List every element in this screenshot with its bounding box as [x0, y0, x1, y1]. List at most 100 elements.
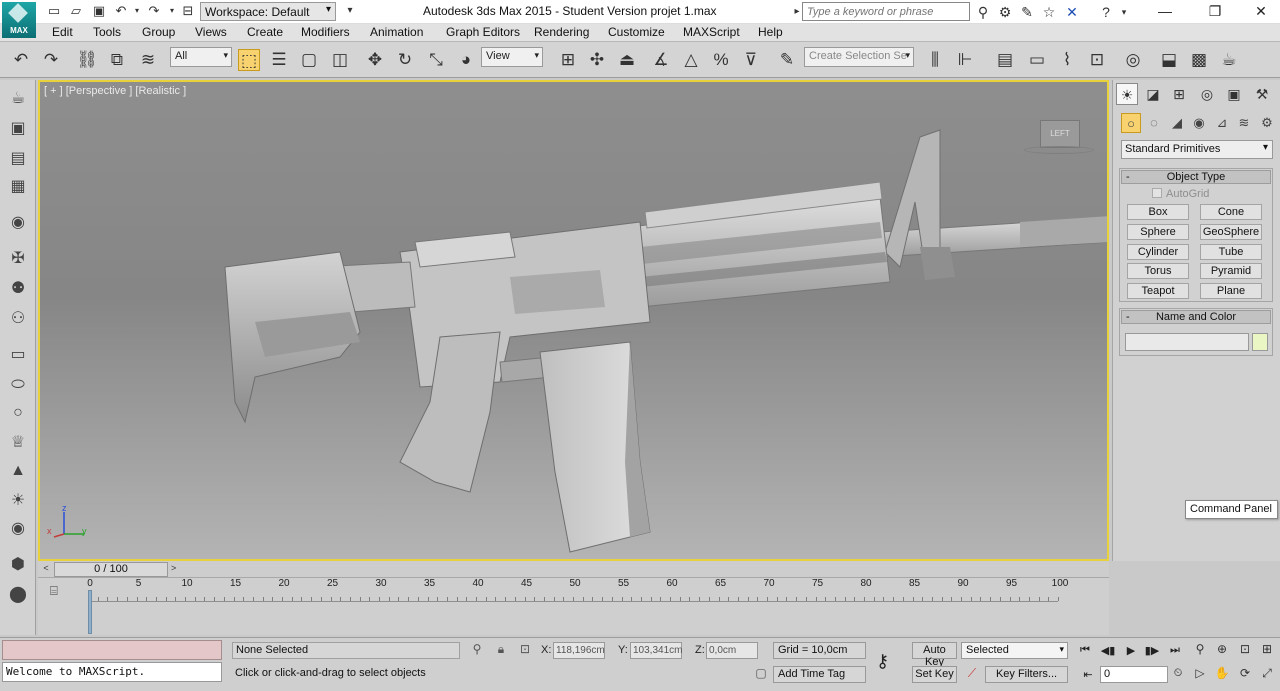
redo-icon[interactable]: ↷ — [40, 49, 62, 71]
geosphere-primitive-icon[interactable]: ○ — [6, 402, 30, 424]
menu-graph-editors[interactable]: Graph Editors — [446, 25, 520, 39]
undo-icon[interactable]: ↶ — [10, 49, 32, 71]
time-configuration-icon[interactable]: ⏲ — [1168, 667, 1188, 682]
edit-named-selection-icon[interactable]: ✎ — [776, 49, 798, 71]
object-type-rollout-header[interactable]: - Object Type — [1121, 170, 1271, 184]
particle-system-icon[interactable]: ⬢ — [6, 554, 30, 576]
environment-icon[interactable]: ◉ — [6, 518, 30, 540]
cylinder-button[interactable]: Cylinder — [1127, 244, 1189, 260]
save-file-icon[interactable]: ▣ — [91, 3, 107, 19]
character-studio-icon[interactable]: ⚉ — [6, 278, 30, 300]
reference-coordinate-dropdown[interactable]: View ▾ — [481, 47, 543, 67]
named-selection-set-dropdown[interactable]: Create Selection Se ▾ — [804, 47, 914, 67]
app-menu-button[interactable]: MAX — [2, 2, 36, 38]
viewcube[interactable]: LEFT — [1040, 120, 1080, 148]
next-frame-arrow-icon[interactable]: > — [171, 563, 183, 576]
select-manipulate-icon[interactable]: ✣ — [586, 49, 608, 71]
key-filters-button[interactable]: Key Filters... — [985, 666, 1068, 683]
viewcube-compass-ring[interactable] — [1024, 146, 1094, 154]
hierarchy-tab-icon[interactable]: ⊞ — [1168, 83, 1190, 105]
minimize-window-icon[interactable]: — — [1150, 3, 1180, 21]
select-and-rotate-icon[interactable]: ↻ — [394, 49, 416, 71]
new-scene-icon[interactable]: ▭ — [46, 3, 62, 19]
cameras-category-icon[interactable]: ◉ — [1189, 113, 1209, 133]
select-and-scale-icon[interactable]: ⤡ — [425, 49, 447, 71]
mirror-icon[interactable]: ⫼ — [924, 49, 946, 71]
redo-icon[interactable]: ↷ — [146, 3, 162, 19]
bones-tools-icon[interactable]: ✠ — [6, 248, 30, 270]
geosphere-button[interactable]: GeoSphere — [1200, 224, 1262, 240]
sphere-primitive-icon[interactable]: ⬭ — [6, 374, 30, 396]
motion-tab-icon[interactable]: ◎ — [1196, 83, 1218, 105]
name-and-color-rollout-header[interactable]: - Name and Color — [1121, 310, 1271, 324]
undo-icon[interactable]: ↶ — [113, 3, 129, 19]
z-coordinate-field[interactable]: 0,0cm — [706, 642, 758, 659]
sphere-button[interactable]: Sphere — [1127, 224, 1189, 240]
rendered-frame-window-icon[interactable]: ▩ — [1188, 49, 1210, 71]
torus-button[interactable]: Torus — [1127, 263, 1189, 279]
unlink-selection-icon[interactable]: ⧉ — [106, 49, 128, 71]
y-coordinate-field[interactable]: 103,341cm — [630, 642, 682, 659]
helpers-category-icon[interactable]: ⊿ — [1212, 113, 1232, 133]
key-mode-dropdown[interactable]: Selected ▾ — [961, 642, 1068, 659]
menu-create[interactable]: Create — [247, 25, 283, 39]
open-mini-curve-editor-icon[interactable]: ⌸ — [50, 583, 58, 599]
previous-frame-arrow-icon[interactable]: < — [40, 563, 52, 576]
display-tab-icon[interactable]: ▣ — [1223, 83, 1245, 105]
close-window-icon[interactable]: ✕ — [1246, 3, 1276, 21]
populate-icon[interactable]: ⚇ — [6, 308, 30, 330]
box-button[interactable]: Box — [1127, 204, 1189, 220]
snaps-toggle-icon[interactable]: ∡ — [650, 49, 672, 71]
layer-manager-icon[interactable]: ▦ — [6, 176, 30, 198]
rectangular-selection-icon[interactable]: ▢ — [298, 49, 320, 71]
set-key-icon[interactable]: ⚷ — [876, 651, 902, 671]
pivot-point-center-icon[interactable]: ⊞ — [557, 49, 579, 71]
redo-dropdown-icon[interactable]: ▾ — [164, 3, 180, 19]
select-and-link-icon[interactable]: ⛓ — [76, 49, 98, 71]
search-input[interactable] — [802, 2, 970, 21]
menu-group[interactable]: Group — [142, 25, 175, 39]
absolute-mode-transform-icon[interactable]: ⊡ — [516, 642, 534, 659]
align-icon[interactable]: ⊩ — [954, 49, 976, 71]
communication-center-icon[interactable]: ✎ — [1018, 3, 1036, 21]
orbit-icon[interactable]: ⟳ — [1236, 666, 1254, 683]
sun-light-icon[interactable]: ☀ — [6, 490, 30, 512]
modify-tab-icon[interactable]: ◪ — [1142, 83, 1164, 105]
create-tab-icon[interactable]: ☀ — [1116, 83, 1138, 105]
customize-quick-access-icon[interactable]: ▾ — [342, 3, 358, 19]
binoculars-icon[interactable]: ⚲ — [974, 3, 992, 21]
object-color-swatch[interactable] — [1252, 333, 1268, 351]
restore-window-icon[interactable]: ❐ — [1200, 3, 1230, 21]
cone-primitive-icon[interactable]: ▲ — [6, 460, 30, 482]
track-bar[interactable]: ⌸ 0 5 10 15 20 25 30 35 40 45 50 55 60 65 70 75 80 85 90 95… — [38, 578, 1109, 635]
schematic-view-icon[interactable]: ⊡ — [1086, 49, 1108, 71]
add-time-tag-button[interactable]: Add Time Tag — [773, 666, 866, 683]
set-key-button[interactable]: Set Key — [912, 666, 957, 683]
pyramid-button[interactable]: Pyramid — [1200, 263, 1262, 279]
previous-frame-icon[interactable]: ◀▮ — [1098, 644, 1118, 659]
space-warps-category-icon[interactable]: ≋ — [1234, 113, 1254, 133]
box-primitive-icon[interactable]: ▭ — [6, 344, 30, 366]
bind-to-space-warp-icon[interactable]: ≋ — [137, 49, 159, 71]
auto-key-button[interactable]: Auto Key — [912, 642, 957, 668]
spinner-snap-icon[interactable]: ⊽ — [740, 49, 762, 71]
perspective-viewport[interactable]: [ + ] [Perspective ] [Realistic ] LEFT z… — [38, 80, 1109, 561]
material-slot-icon[interactable]: ⬤ — [6, 584, 30, 606]
time-slider[interactable]: < 0 / 100 > — [38, 561, 1109, 578]
menu-tools[interactable]: Tools — [93, 25, 121, 39]
key-mode-toggle-icon[interactable]: ⇤ — [1078, 668, 1098, 683]
object-name-field[interactable] — [1125, 333, 1249, 351]
systems-category-icon[interactable]: ⚙ — [1257, 113, 1277, 133]
autogrid-checkbox[interactable]: AutoGrid — [1152, 188, 1209, 200]
menu-modifiers[interactable]: Modifiers — [301, 25, 350, 39]
isolate-selection-icon[interactable]: ⚲ — [468, 642, 486, 659]
subscription-icon[interactable]: ⚙ — [996, 3, 1014, 21]
selection-filter-dropdown[interactable]: All ▾ — [170, 47, 232, 67]
zoom-icon[interactable]: ⚲ — [1191, 642, 1209, 659]
pan-view-icon[interactable]: ✋ — [1213, 666, 1231, 683]
menu-views[interactable]: Views — [195, 25, 227, 39]
menu-help[interactable]: Help — [758, 25, 783, 39]
material-editor-icon[interactable]: ◎ — [1122, 49, 1144, 71]
frame-ruler[interactable]: 0 5 10 15 20 25 30 35 40 45 50 55 60 65 70 75 80 85 90 95 10… — [87, 578, 1068, 602]
go-to-start-icon[interactable]: ⏮ — [1075, 644, 1095, 659]
